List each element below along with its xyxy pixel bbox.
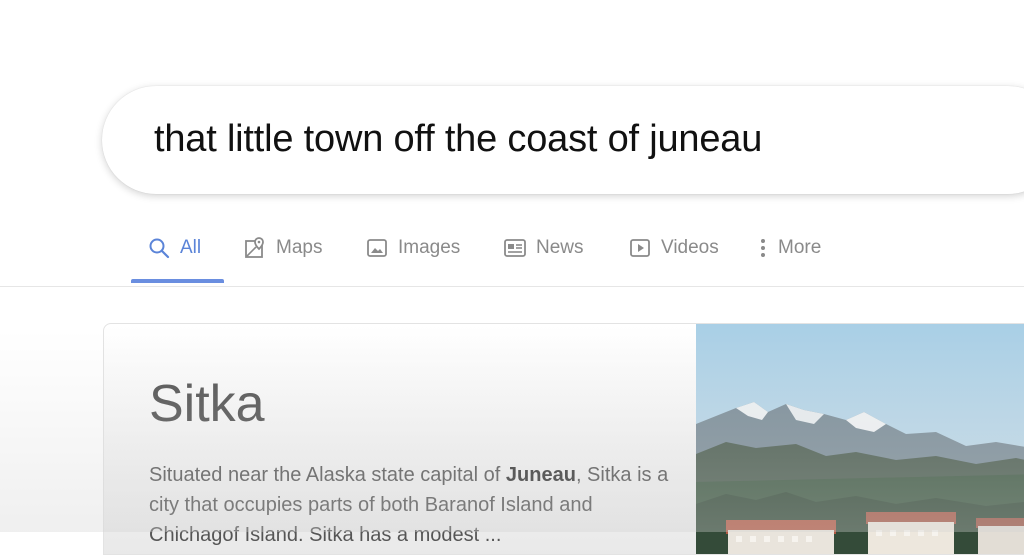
knowledge-panel: Sitka Situated near the Alaska state cap… [103,323,1024,555]
map-pin-icon [244,237,266,259]
tab-maps[interactable]: Maps [244,228,322,284]
search-icon [148,237,170,259]
tab-label: Maps [276,237,323,258]
result-title[interactable]: Sitka [149,374,265,434]
tab-label: Images [398,237,461,258]
tab-news[interactable]: News [504,228,584,284]
sitka-photo[interactable] [696,324,1024,554]
search-query-text[interactable]: that little town off the coast of juneau [154,118,762,161]
play-video-icon [629,237,651,259]
tab-videos[interactable]: Videos [629,228,719,284]
tab-all[interactable]: All [148,228,201,284]
desc-text-1: Situated near the Alaska state capital o… [149,464,506,486]
tab-images[interactable]: Images [366,228,460,284]
tab-label: More [778,237,822,258]
tab-label: News [536,237,584,258]
more-vertical-icon [758,237,768,259]
result-description: Situated near the Alaska state capital o… [149,460,669,550]
image-icon [366,237,388,259]
newspaper-icon [504,237,526,259]
active-tab-indicator [131,279,224,283]
tab-label: Videos [661,237,719,258]
desc-bold-juneau: Juneau [505,464,576,486]
tab-more[interactable]: More [758,228,821,284]
search-box[interactable]: that little town off the coast of juneau [102,86,1024,194]
tab-label: All [180,237,202,258]
search-tabs: All Maps Images News Videos More [0,228,1024,287]
